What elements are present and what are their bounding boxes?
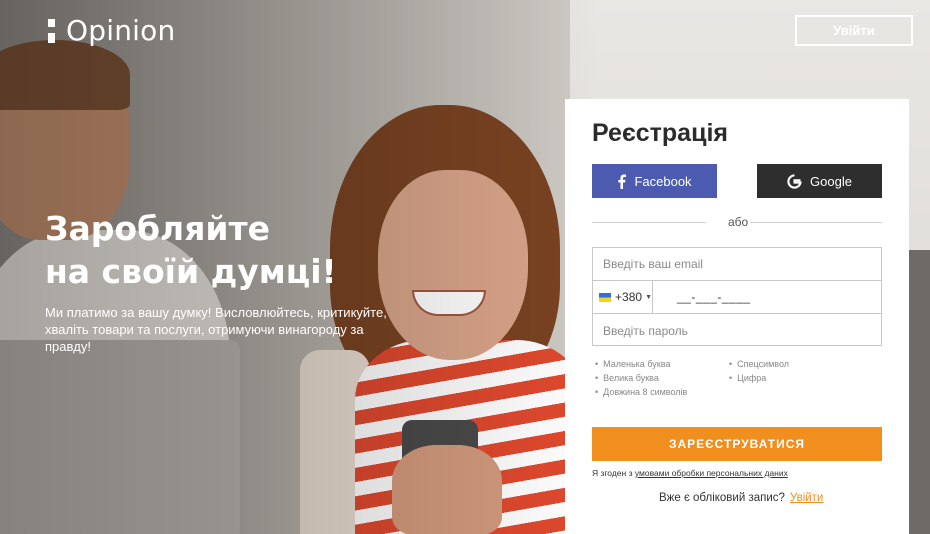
signup-card: Реєстрація Facebook Google або Введіть в… xyxy=(565,99,909,534)
google-icon xyxy=(787,173,802,189)
phone-input[interactable]: __-___-____ xyxy=(653,281,751,313)
signup-title: Реєстрація xyxy=(592,119,728,147)
terms-agreement: Я згоден з умовами обробки персональних … xyxy=(592,468,788,478)
divider-right xyxy=(750,222,882,223)
email-placeholder: Введіть ваш email xyxy=(603,257,703,271)
password-requirements-left: Маленька буква Велика буква Довжина 8 си… xyxy=(603,357,687,399)
requirement-item: Спецсимвол xyxy=(737,357,789,371)
hero-subtext: Ми платимо за вашу думку! Висловлюйтесь,… xyxy=(45,304,405,355)
brand-name: Opinion xyxy=(66,14,176,47)
requirement-item: Цифра xyxy=(737,371,789,385)
facebook-icon xyxy=(618,174,627,189)
brand-logo[interactable]: Opinion xyxy=(48,14,175,47)
chevron-down-icon: ▼ xyxy=(645,293,652,301)
requirement-item: Велика буква xyxy=(603,371,687,385)
email-field[interactable]: Введіть ваш email xyxy=(593,248,881,281)
terms-prefix: Я згоден з xyxy=(592,468,633,478)
requirement-item: Маленька буква xyxy=(603,357,687,371)
login-link[interactable]: Увійти xyxy=(790,492,823,504)
terms-link[interactable]: умовами обробки персональних даних xyxy=(635,468,788,478)
hero-subtext-line1: Ми платимо за вашу думку! Висловлюйтесь,… xyxy=(45,305,387,320)
divider-left xyxy=(592,222,706,223)
hero-subtext-line2: хваліть товари та послуги, отримуючи вин… xyxy=(45,322,364,354)
password-field[interactable]: Введіть пароль xyxy=(593,314,881,347)
password-placeholder: Введіть пароль xyxy=(603,323,688,338)
or-label: або xyxy=(728,215,749,229)
hero-headline-line1: Заробляйте xyxy=(45,209,271,248)
header-login-button[interactable]: Увійти xyxy=(795,15,913,46)
facebook-label: Facebook xyxy=(634,173,692,189)
signup-fields: Введіть ваш email +380 ▼ __-___-____ Вве… xyxy=(592,247,882,346)
requirement-item: Довжина 8 символів xyxy=(603,385,687,399)
country-code: +380 xyxy=(615,290,643,304)
hero-headline-line2: на своїй думці! xyxy=(45,252,337,291)
register-button[interactable]: ЗАРЕЄСТРУВАТИСЯ xyxy=(592,427,882,461)
password-requirements-right: Спецсимвол Цифра xyxy=(737,357,789,385)
phone-field-row: +380 ▼ __-___-____ xyxy=(593,281,881,314)
hero-headline: Заробляйте на своїй думці! xyxy=(45,207,337,293)
existing-account-text: Вже є обліковий запис? xyxy=(659,492,785,504)
google-label: Google xyxy=(810,173,852,189)
existing-account-prompt: Вже є обліковий запис? Увійти xyxy=(659,492,823,504)
ukraine-flag-icon xyxy=(599,292,612,302)
google-button[interactable]: Google xyxy=(757,164,882,198)
logo-icon xyxy=(48,17,56,45)
facebook-button[interactable]: Facebook xyxy=(592,164,717,198)
country-code-select[interactable]: +380 ▼ xyxy=(593,281,653,313)
